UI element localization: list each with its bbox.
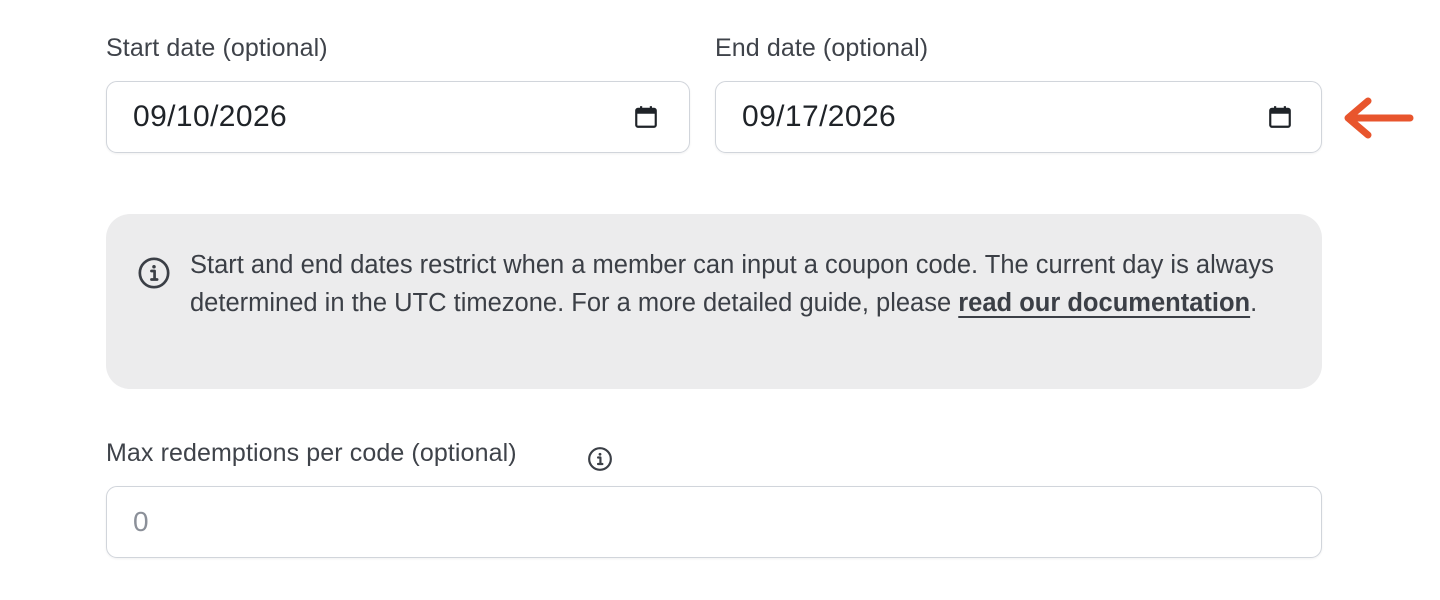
calendar-icon[interactable] [633, 104, 659, 130]
info-callout: Start and end dates restrict when a memb… [106, 214, 1322, 389]
max-redemptions-placeholder[interactable]: 0 [107, 506, 1321, 538]
arrow-left-icon [1344, 97, 1414, 139]
max-redemptions-label: Max redemptions per code (optional) [106, 439, 517, 467]
end-date-label: End date (optional) [715, 34, 929, 62]
coupon-date-settings: Start date (optional) 09/10/2026 End dat… [0, 0, 1440, 600]
documentation-link[interactable]: read our documentation [958, 289, 1250, 317]
info-text: Start and end dates restrict when a memb… [190, 246, 1300, 322]
max-redemptions-input[interactable]: 0 [106, 486, 1322, 558]
start-date-label: Start date (optional) [106, 34, 328, 62]
end-date-input[interactable]: 09/17/2026 [715, 81, 1322, 153]
end-date-value[interactable]: 09/17/2026 [716, 100, 1267, 134]
start-date-input[interactable]: 09/10/2026 [106, 81, 690, 153]
info-icon[interactable] [587, 446, 613, 472]
info-icon [138, 257, 170, 289]
start-date-value[interactable]: 09/10/2026 [107, 100, 633, 134]
info-text-end: . [1250, 289, 1258, 317]
calendar-icon[interactable] [1267, 104, 1293, 130]
